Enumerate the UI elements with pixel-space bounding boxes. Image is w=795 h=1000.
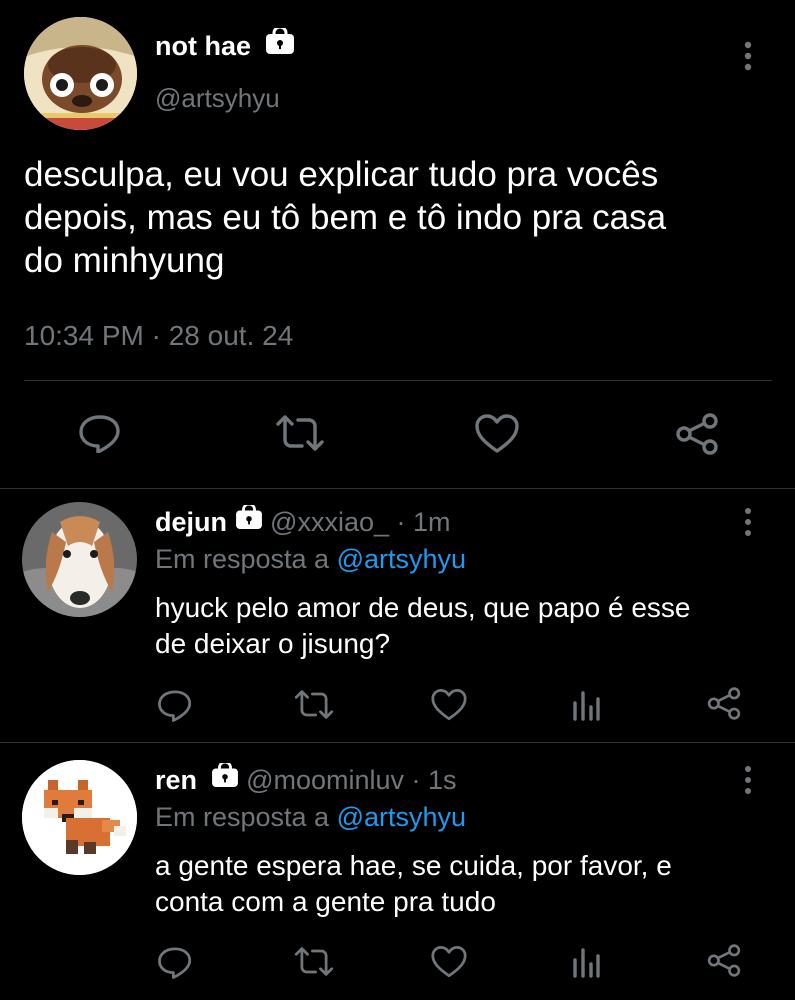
reply-icon[interactable] — [78, 413, 122, 458]
divider — [24, 380, 772, 381]
main-tweet-text-line: desculpa, eu vou explicar tudo pra vocês — [24, 155, 659, 194]
reply-context: Em resposta a @artsyhyu — [155, 544, 466, 575]
divider — [0, 742, 795, 743]
raccoon-avatar-image — [24, 17, 137, 130]
reply-text: a gente espera hae, se cuida, por favor,… — [155, 848, 672, 920]
reply-text-line: conta com a gente pra tudo — [155, 886, 496, 917]
main-tweet-text-line: do minhyung — [24, 241, 225, 280]
fox-avatar-image — [22, 760, 137, 875]
reply-context-mention[interactable]: @artsyhyu — [337, 802, 466, 832]
reply-icon[interactable] — [157, 945, 193, 984]
main-tweet-author-name[interactable]: not hae — [155, 31, 251, 61]
like-icon[interactable] — [474, 413, 520, 460]
reply-text: hyuck pelo amor de deus, que papo é esse… — [155, 590, 690, 662]
share-icon[interactable] — [674, 412, 720, 461]
reply-icon[interactable] — [157, 688, 193, 727]
like-icon[interactable] — [430, 945, 468, 984]
dog-avatar-image — [22, 502, 137, 617]
reply-avatar[interactable] — [22, 502, 137, 617]
lock-icon — [235, 503, 263, 536]
more-icon[interactable] — [738, 765, 758, 800]
main-tweet-avatar[interactable] — [24, 17, 137, 130]
reply-handle[interactable]: @xxxiao_ — [270, 507, 389, 537]
main-tweet-text-line: depois, mas eu tô bem e tô indo pra casa — [24, 198, 667, 237]
more-icon[interactable] — [738, 507, 758, 542]
reply-author-name[interactable]: dejun — [155, 507, 227, 537]
share-icon[interactable] — [706, 686, 742, 726]
retweet-icon[interactable] — [274, 414, 326, 457]
lock-icon — [265, 25, 295, 61]
analytics-icon[interactable] — [571, 689, 601, 726]
retweet-icon[interactable] — [293, 946, 335, 982]
reply-text-line: a gente espera hae, se cuida, por favor,… — [155, 850, 672, 881]
retweet-icon[interactable] — [293, 689, 335, 725]
lock-icon — [211, 761, 239, 794]
reply-text-line: hyuck pelo amor de deus, que papo é esse — [155, 592, 691, 623]
main-tweet-handle[interactable]: @artsyhyu — [155, 83, 280, 114]
reply-time[interactable]: · 1s — [412, 765, 457, 795]
reply-context-label: Em resposta a — [155, 802, 330, 832]
share-icon[interactable] — [706, 943, 742, 983]
main-tweet-timestamp[interactable]: 10:34 PM · 28 out. 24 — [24, 320, 293, 352]
divider — [0, 488, 795, 489]
like-icon[interactable] — [430, 688, 468, 727]
reply-text-line: de deixar o jisung? — [155, 628, 391, 659]
analytics-icon[interactable] — [571, 946, 601, 983]
reply-avatar[interactable] — [22, 760, 137, 875]
reply-context-label: Em resposta a — [155, 544, 330, 574]
reply-handle[interactable]: @moominluv — [246, 765, 404, 795]
reply-context: Em resposta a @artsyhyu — [155, 802, 466, 833]
more-icon[interactable] — [738, 40, 758, 77]
reply-context-mention[interactable]: @artsyhyu — [337, 544, 466, 574]
reply-author-name[interactable]: ren — [155, 765, 197, 795]
main-tweet-text: desculpa, eu vou explicar tudo pra vocês… — [24, 153, 666, 282]
reply-time[interactable]: · 1m — [397, 507, 451, 537]
